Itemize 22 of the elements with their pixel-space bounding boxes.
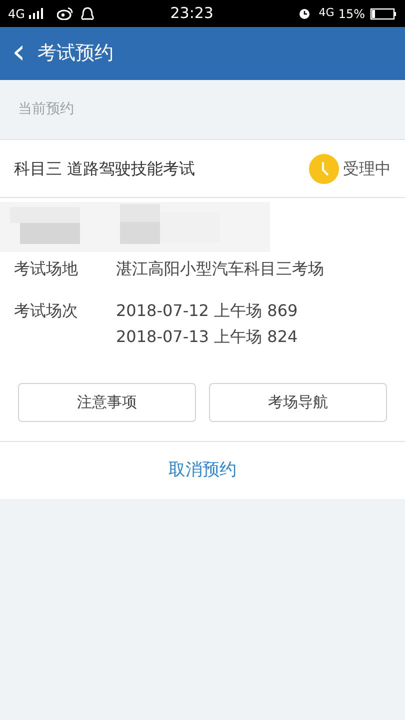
- back-button[interactable]: ‹: [12, 34, 26, 68]
- section-label: 当前预约: [18, 100, 74, 119]
- field-value: 湛江高阳小型汽车科目三考场: [116, 258, 324, 280]
- alarm-icon: [298, 7, 311, 20]
- status-label: 受理中: [343, 158, 391, 180]
- cancel-link[interactable]: 取消预约: [168, 458, 236, 484]
- time: 23:23: [169, 3, 214, 24]
- field-value: 2018-07-13 上午场 824: [116, 326, 298, 348]
- clock-icon: [309, 154, 339, 184]
- exam-subject: 科目三 道路驾驶技能考试: [14, 158, 196, 180]
- page-title: 考试预约: [38, 41, 114, 66]
- field-value: 2018-07-12 上午场 869: [116, 300, 298, 322]
- field-label: 考试场次: [14, 300, 79, 322]
- battery-icon: [369, 8, 397, 20]
- network-label: 4G: [8, 6, 25, 22]
- field-label: 考试场地: [14, 258, 79, 280]
- eye-icon: [56, 7, 73, 20]
- network-label: 4G: [318, 5, 334, 22]
- action-button[interactable]: 注意事项: [18, 383, 196, 422]
- action-button[interactable]: 考场导航: [209, 383, 387, 422]
- battery-percent: 15%: [338, 6, 365, 22]
- signal-icon: [28, 8, 45, 19]
